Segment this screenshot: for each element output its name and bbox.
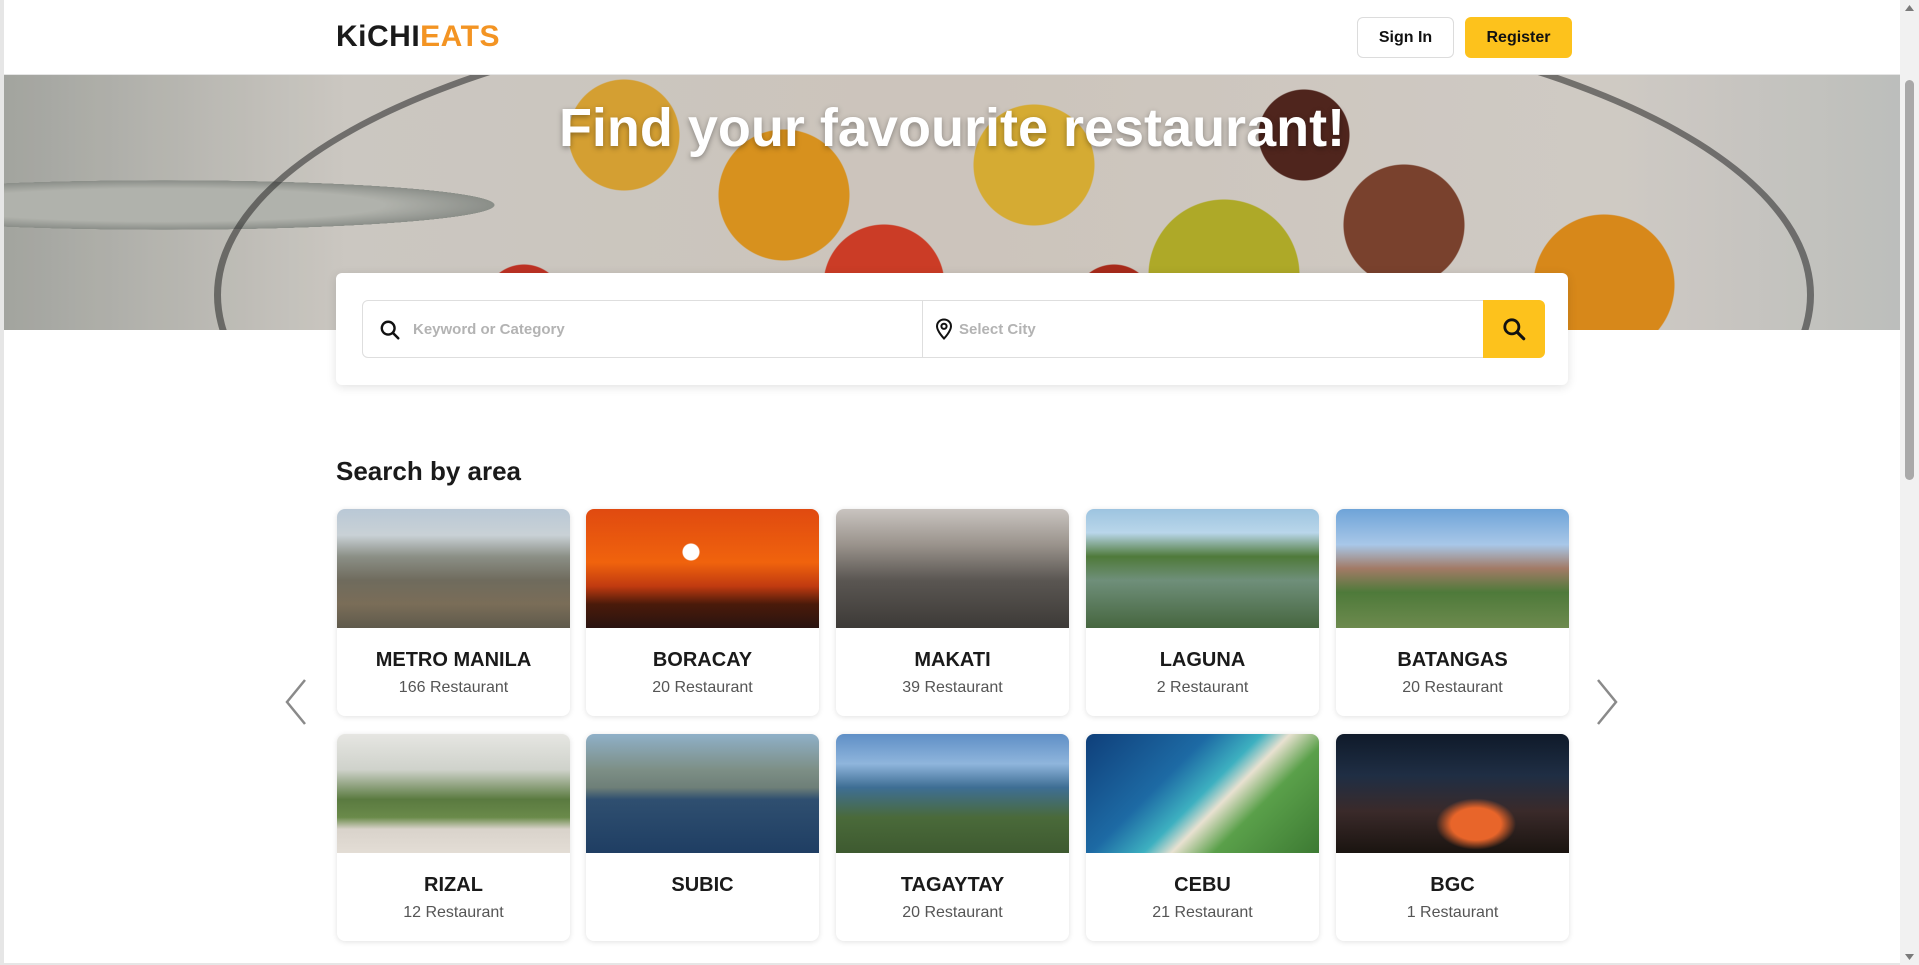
area-restaurant-count: 166 Restaurant xyxy=(398,679,509,696)
area-image-cebu xyxy=(1086,734,1319,853)
city-select-input[interactable] xyxy=(959,301,1474,357)
area-restaurant-count: 1 Restaurant xyxy=(1406,904,1499,921)
area-name: MAKATI xyxy=(914,649,991,671)
area-name: BATANGAS xyxy=(1397,649,1508,671)
scroll-up-arrow-icon[interactable] xyxy=(1900,0,1919,17)
carousel-prev-button[interactable] xyxy=(281,676,311,728)
search-card xyxy=(336,273,1568,385)
hero-title: Find your favourite restaurant! xyxy=(558,98,1346,158)
area-card-metro-manila[interactable]: METRO MANILA 166 Restaurant xyxy=(337,509,570,716)
sign-in-button[interactable]: Sign In xyxy=(1357,17,1454,58)
search-icon xyxy=(1501,316,1527,342)
chevron-right-icon xyxy=(1597,679,1618,725)
kichieats-logo[interactable]: KiCHIEATS xyxy=(336,20,500,54)
area-name: LAGUNA xyxy=(1159,649,1246,671)
search-box xyxy=(362,300,1545,358)
area-card-rizal[interactable]: RIZAL 12 Restaurant xyxy=(337,734,570,941)
scrollbar-thumb[interactable] xyxy=(1905,80,1914,480)
area-restaurant-count: 20 Restaurant xyxy=(902,904,1003,921)
area-restaurant-count: 12 Restaurant xyxy=(403,904,504,921)
area-card-makati[interactable]: MAKATI 39 Restaurant xyxy=(836,509,1069,716)
area-restaurant-count: 39 Restaurant xyxy=(902,679,1003,696)
search-submit-button[interactable] xyxy=(1483,300,1545,358)
area-image-rizal xyxy=(337,734,570,853)
area-card-batangas[interactable]: BATANGAS 20 Restaurant xyxy=(1336,509,1569,716)
carousel-next-button[interactable] xyxy=(1592,676,1622,728)
area-image-boracay xyxy=(586,509,819,628)
logo-text-part2: EATS xyxy=(420,20,500,53)
site-header: KiCHIEATS Sign In Register xyxy=(4,0,1900,75)
chevron-left-icon xyxy=(285,679,306,725)
keyword-field xyxy=(363,301,923,357)
area-restaurant-count: 2 Restaurant xyxy=(1156,679,1249,696)
area-image-bgc xyxy=(1336,734,1569,853)
area-restaurant-count: 20 Restaurant xyxy=(1402,679,1503,696)
logo-text-part1: KiCHI xyxy=(336,20,421,53)
area-image-tagaytay xyxy=(836,734,1069,853)
area-card-bgc[interactable]: BGC 1 Restaurant xyxy=(1336,734,1569,941)
area-restaurant-count: 20 Restaurant xyxy=(652,679,753,696)
area-card-laguna[interactable]: LAGUNA 2 Restaurant xyxy=(1086,509,1319,716)
scroll-down-arrow-icon[interactable] xyxy=(1900,948,1919,965)
page-scrollbar[interactable] xyxy=(1900,0,1919,965)
area-image-laguna xyxy=(1086,509,1319,628)
area-name: TAGAYTAY xyxy=(900,874,1005,896)
area-image-makati xyxy=(836,509,1069,628)
area-name: SUBIC xyxy=(671,874,734,896)
register-button[interactable]: Register xyxy=(1465,17,1572,58)
area-card-cebu[interactable]: CEBU 21 Restaurant xyxy=(1086,734,1319,941)
area-card-tagaytay[interactable]: TAGAYTAY 20 Restaurant xyxy=(836,734,1069,941)
area-name: RIZAL xyxy=(424,874,483,896)
map-pin-icon xyxy=(935,318,953,340)
area-name: METRO MANILA xyxy=(375,649,532,671)
area-restaurant-count: 21 Restaurant xyxy=(1152,904,1253,921)
area-card-subic[interactable]: SUBIC xyxy=(586,734,819,941)
area-image-subic xyxy=(586,734,819,853)
area-name: BORACAY xyxy=(652,649,753,671)
area-name: CEBU xyxy=(1174,874,1231,896)
area-image-metro-manila xyxy=(337,509,570,628)
keyword-input[interactable] xyxy=(413,301,913,357)
area-image-batangas xyxy=(1336,509,1569,628)
area-card-boracay[interactable]: BORACAY 20 Restaurant xyxy=(586,509,819,716)
city-field xyxy=(923,301,1483,357)
area-name: BGC xyxy=(1430,874,1475,896)
search-icon xyxy=(379,319,401,341)
section-title-search-by-area: Search by area xyxy=(336,456,522,486)
